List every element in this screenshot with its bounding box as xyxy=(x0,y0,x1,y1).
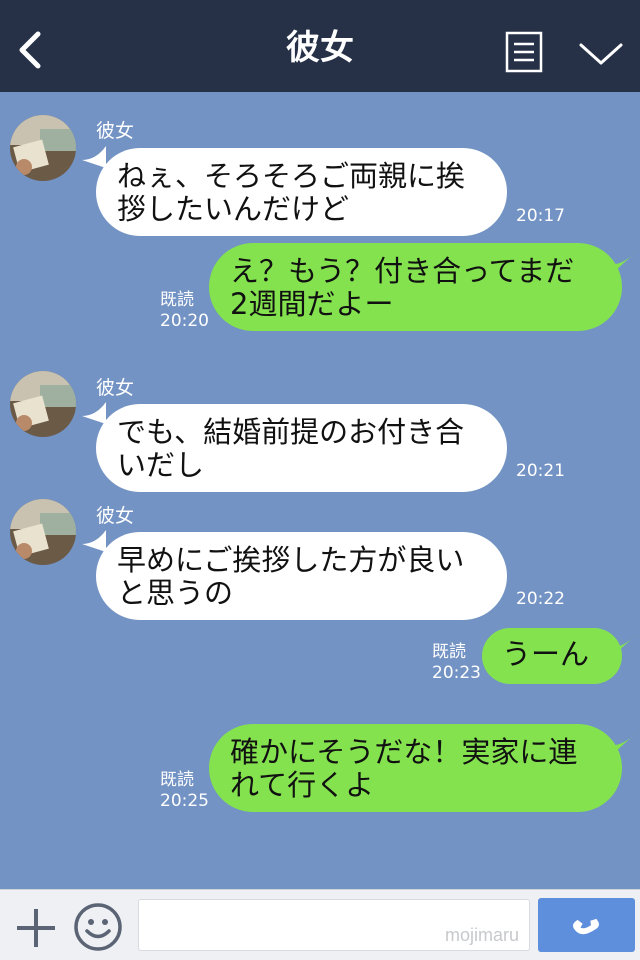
bubble-tail xyxy=(82,146,106,168)
menu-list-icon xyxy=(505,31,543,73)
message-time: 20:17 xyxy=(516,206,565,226)
message-line: いだし xyxy=(117,448,205,482)
message-line: うーん xyxy=(502,637,590,671)
avatar[interactable] xyxy=(10,371,76,437)
read-receipt: 既読 20:25 xyxy=(160,770,209,812)
message-bubble[interactable]: うーん xyxy=(482,628,622,684)
message-line: 確かにそうだな！実家に連 xyxy=(230,735,578,769)
read-receipt: 既読 20:23 xyxy=(432,642,481,684)
message-line: と思うの xyxy=(117,576,234,610)
add-button[interactable] xyxy=(14,906,58,950)
message-bubble[interactable]: 早めにご挨拶した方が良い と思うの xyxy=(96,532,507,620)
smiley-icon xyxy=(74,903,122,951)
message-line: ねぇ、そろそろご両親に挨 xyxy=(117,159,466,193)
avatar[interactable] xyxy=(10,115,76,181)
message-line: 早めにご挨拶した方が良い xyxy=(117,543,465,577)
sender-name: 彼女 xyxy=(96,505,135,527)
message-time: 20:21 xyxy=(516,461,565,481)
bubble-tail xyxy=(614,731,638,753)
sender-name: 彼女 xyxy=(96,377,135,399)
call-button[interactable] xyxy=(538,898,635,952)
bubble-tail xyxy=(614,633,638,655)
message-line: え？もう？付き合ってまだ xyxy=(230,254,575,288)
message-input[interactable]: mojimaru xyxy=(138,899,530,951)
read-label: 既読 xyxy=(160,770,194,790)
chevron-down-icon xyxy=(579,43,623,65)
message-bubble[interactable]: 確かにそうだな！実家に連 れて行くよ xyxy=(209,724,622,812)
menu-button[interactable] xyxy=(505,31,543,73)
message-time: 20:22 xyxy=(516,589,565,609)
message-bubble[interactable]: ねぇ、そろそろご両親に挨 拶したいんだけど xyxy=(96,148,507,236)
message-time: 20:20 xyxy=(160,311,209,331)
bubble-tail xyxy=(614,250,638,272)
message-line: れて行くよ xyxy=(230,768,375,802)
watermark: mojimaru xyxy=(444,925,519,945)
message-input-bar: mojimaru xyxy=(0,889,640,960)
phone-icon xyxy=(573,918,599,935)
read-label: 既読 xyxy=(160,290,194,310)
message-bubble[interactable]: でも、結婚前提のお付き合 いだし xyxy=(96,404,507,492)
read-receipt: 既読 20:20 xyxy=(160,290,209,332)
message-line: 拶したいんだけど xyxy=(117,192,350,226)
plus-icon xyxy=(17,909,55,947)
chat-header: 彼女 xyxy=(0,0,640,92)
message-time: 20:23 xyxy=(432,663,481,683)
message-time: 20:25 xyxy=(160,791,209,811)
chevron-left-icon xyxy=(19,31,41,69)
message-line: 2週間だよー xyxy=(230,287,394,321)
message-line: でも、結婚前提のお付き合 xyxy=(117,415,465,449)
chat-title: 彼女 xyxy=(286,28,354,68)
sender-name: 彼女 xyxy=(96,120,135,142)
dropdown-button[interactable] xyxy=(578,40,624,68)
bubble-tail xyxy=(82,530,106,552)
back-button[interactable] xyxy=(14,28,48,72)
bubble-tail xyxy=(82,402,106,424)
message-bubble[interactable]: え？もう？付き合ってまだ 2週間だよー xyxy=(209,243,622,331)
read-label: 既読 xyxy=(432,642,466,662)
emoji-button[interactable] xyxy=(73,902,123,952)
avatar[interactable] xyxy=(10,499,76,565)
